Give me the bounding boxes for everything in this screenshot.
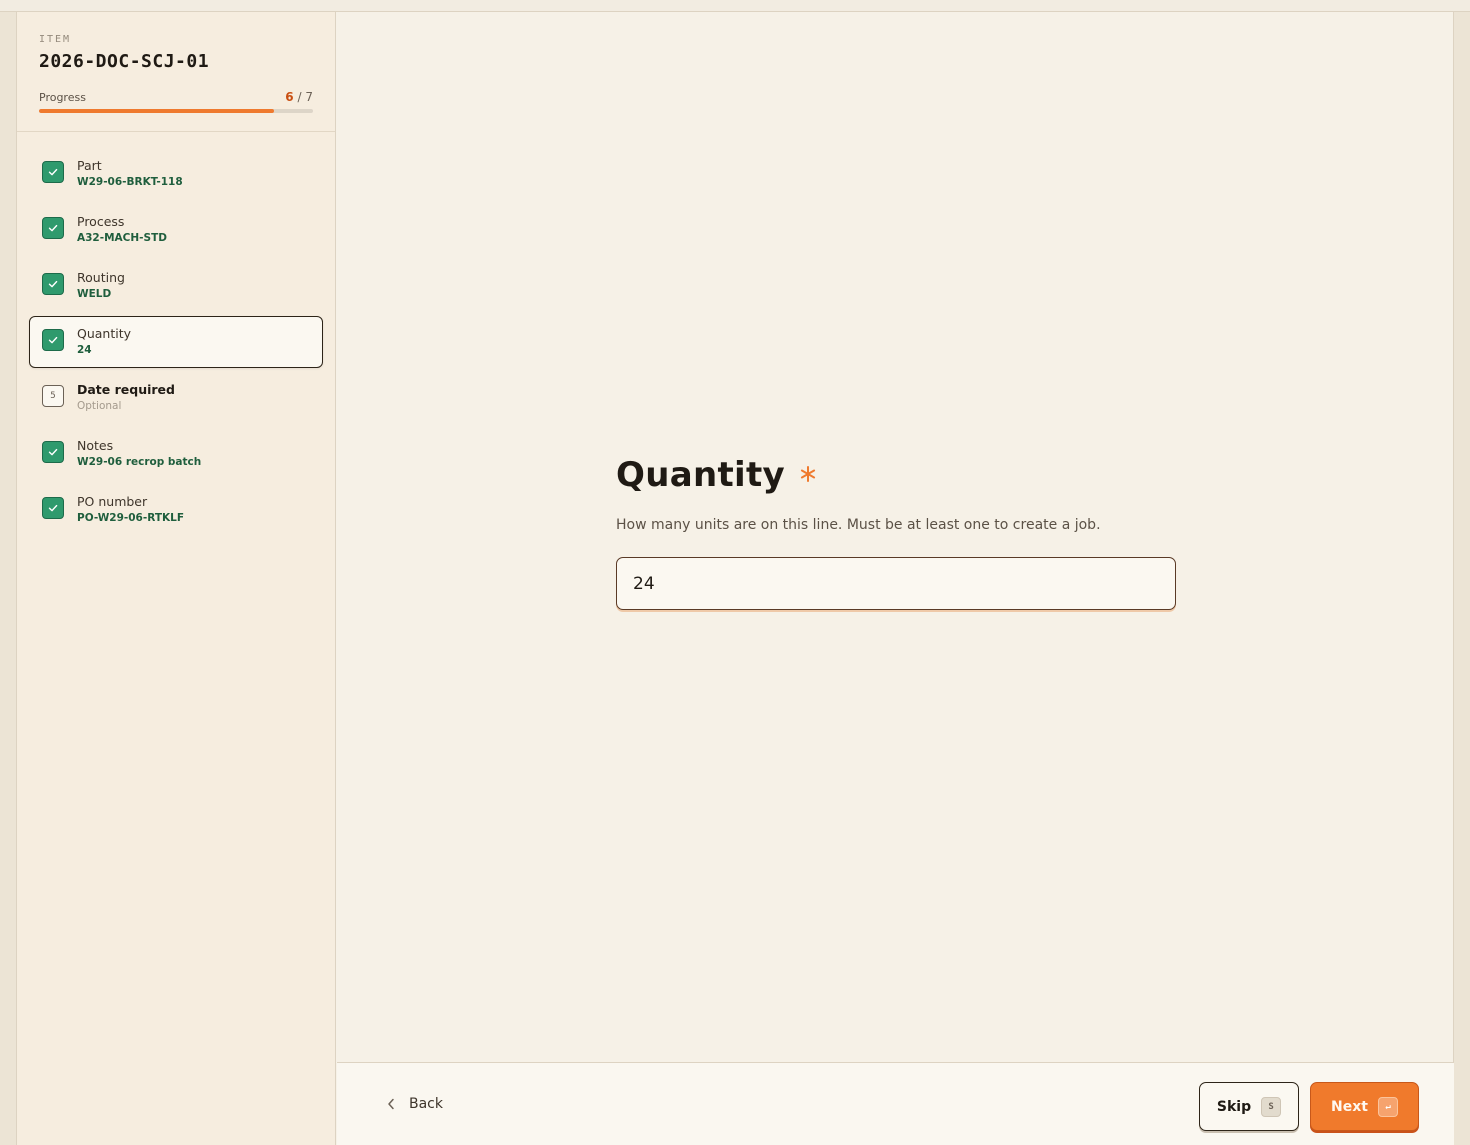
step-value: PO-W29-06-RTKLF	[77, 512, 184, 524]
step-po-number[interactable]: PO number PO-W29-06-RTKLF	[29, 484, 323, 536]
step-title: PO number	[77, 494, 148, 509]
step-title: Notes	[77, 438, 114, 453]
question-block: Quantity How many units are on this line…	[616, 455, 1176, 610]
step-title: Quantity	[77, 326, 132, 341]
next-label: Next	[1331, 1098, 1368, 1115]
check-icon	[42, 273, 64, 295]
quantity-input[interactable]	[616, 557, 1176, 610]
step-value: WELD	[77, 288, 112, 300]
progress-count: 6 / 7	[285, 90, 313, 104]
check-icon	[42, 441, 64, 463]
step-part[interactable]: Part W29-06-BRKT-118	[29, 148, 323, 200]
step-notes[interactable]: Notes W29-06 recrop batch	[29, 428, 323, 480]
progress-current: 6	[285, 90, 294, 104]
progress-row: Progress 6 / 7	[39, 90, 313, 104]
item-label: ITEM	[39, 34, 72, 45]
step-value: W29-06 recrop batch	[77, 456, 202, 468]
enter-key-icon: ↵	[1377, 1096, 1398, 1117]
back-label: Back	[409, 1096, 443, 1112]
top-bar	[0, 0, 1470, 12]
step-date-required[interactable]: 5 Date required Optional	[29, 372, 323, 424]
step-title: Process	[77, 214, 125, 229]
skip-button[interactable]: Skip S	[1199, 1082, 1299, 1131]
sidebar: ITEM 2026-DOC-SCJ-01 Progress 6 / 7 Part	[17, 12, 336, 1145]
step-value: Optional	[77, 400, 122, 412]
progress-separator: /	[297, 90, 302, 104]
skip-shortcut-key: S	[1261, 1096, 1282, 1117]
step-list: Part W29-06-BRKT-118 Process A32-MACH-ST…	[17, 132, 335, 536]
check-icon	[42, 329, 64, 351]
back-button[interactable]: Back	[387, 1096, 443, 1112]
step-title: Part	[77, 158, 102, 173]
item-header: ITEM 2026-DOC-SCJ-01 Progress 6 / 7	[17, 12, 335, 132]
question-title: Quantity	[616, 455, 1176, 495]
check-icon	[42, 217, 64, 239]
skip-label: Skip	[1216, 1098, 1252, 1115]
next-button[interactable]: Next ↵	[1310, 1082, 1419, 1131]
progress-bar	[39, 109, 313, 113]
step-process[interactable]: Process A32-MACH-STD	[29, 204, 323, 256]
progress-bar-fill	[39, 109, 274, 113]
step-title: Date required	[77, 382, 175, 397]
item-id: 2026-DOC-SCJ-01	[39, 51, 210, 72]
wizard-footer: Back Skip S Next ↵	[337, 1062, 1454, 1145]
step-value: W29-06-BRKT-118	[77, 176, 183, 188]
step-value: A32-MACH-STD	[77, 232, 167, 244]
step-number-badge: 5	[42, 385, 64, 407]
chevron-left-icon	[388, 1098, 394, 1110]
step-routing[interactable]: Routing WELD	[29, 260, 323, 312]
check-icon	[42, 161, 64, 183]
main-panel: Quantity How many units are on this line…	[337, 12, 1454, 1145]
step-value: 24	[77, 344, 92, 356]
check-icon	[42, 497, 64, 519]
question-help-text: How many units are on this line. Must be…	[616, 517, 1101, 533]
required-asterisk-icon	[799, 455, 817, 489]
progress-total: 7	[305, 90, 313, 104]
step-quantity[interactable]: Quantity 24	[29, 316, 323, 368]
step-title: Routing	[77, 270, 125, 285]
progress-label: Progress	[39, 90, 86, 104]
app-frame: ITEM 2026-DOC-SCJ-01 Progress 6 / 7 Part	[16, 12, 1454, 1145]
question-title-text: Quantity	[616, 455, 785, 495]
